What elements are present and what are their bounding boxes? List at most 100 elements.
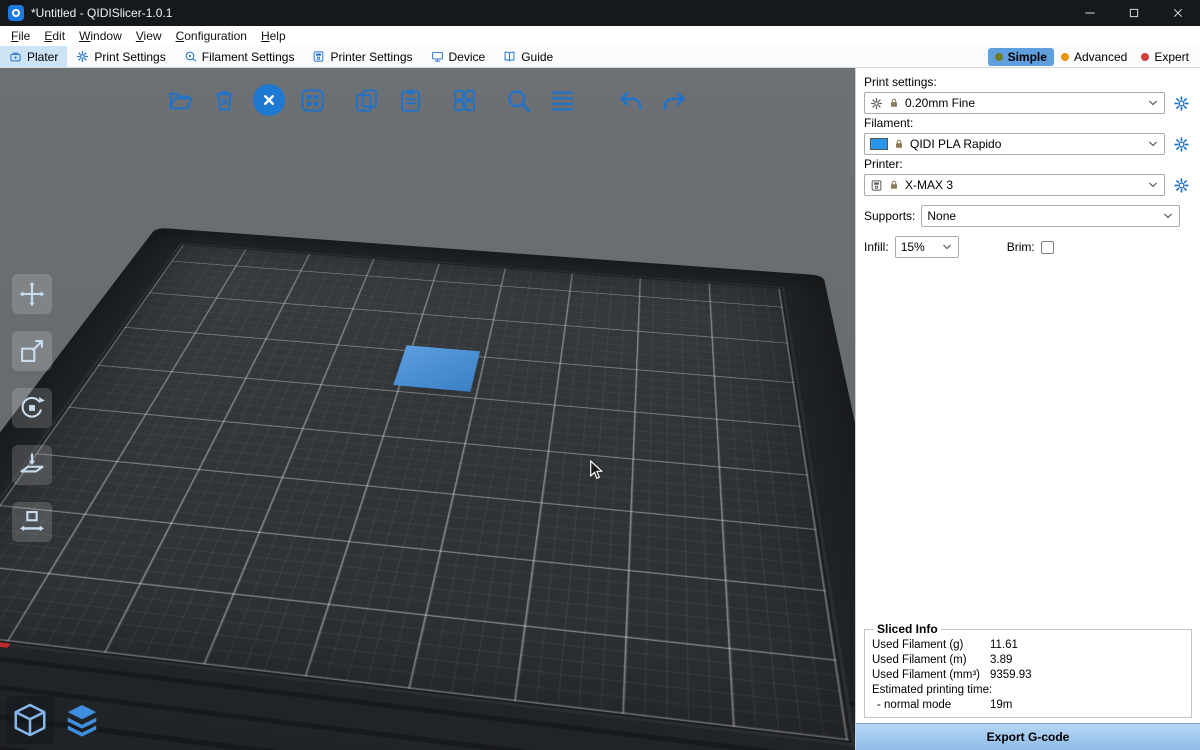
tabbar: Plater Print Settings Filament Settings … xyxy=(0,46,1200,68)
scale-gizmo-button[interactable] xyxy=(12,331,52,371)
filament-color-swatch xyxy=(870,138,888,150)
menu-view[interactable]: View xyxy=(129,27,169,45)
gear-icon xyxy=(76,50,89,63)
tab-guide[interactable]: Guide xyxy=(494,46,562,67)
lock-icon xyxy=(888,179,900,191)
print-profile-select[interactable]: 0.20mm Fine xyxy=(864,92,1165,114)
search-icon xyxy=(505,87,532,114)
menu-edit[interactable]: Edit xyxy=(37,27,72,45)
filament-label: Filament: xyxy=(864,116,1192,130)
chevron-down-icon xyxy=(1147,138,1159,150)
printer-icon xyxy=(870,179,883,192)
rotate-gizmo-button[interactable] xyxy=(12,388,52,428)
measure-icon xyxy=(18,508,46,536)
guide-icon xyxy=(503,50,516,63)
sliced-info-title: Sliced Info xyxy=(874,622,941,636)
mode-expert[interactable]: Expert xyxy=(1134,48,1196,66)
3d-viewport[interactable] xyxy=(0,68,855,750)
export-gcode-button[interactable]: Export G-code xyxy=(856,723,1200,750)
gear-icon xyxy=(1173,95,1190,112)
undo-icon xyxy=(617,87,644,114)
rotate-icon xyxy=(18,394,46,422)
titlebar: *Untitled - QIDISlicer-1.0.1 xyxy=(0,0,1200,26)
tab-print-settings[interactable]: Print Settings xyxy=(67,46,174,67)
printer-profile-select[interactable]: X-MAX 3 xyxy=(864,174,1165,196)
paste-icon xyxy=(397,87,424,114)
printer-label: Printer: xyxy=(864,157,1192,171)
infill-select[interactable]: 15% xyxy=(895,236,959,258)
open-file-button[interactable] xyxy=(165,84,197,116)
split-objects-button[interactable] xyxy=(449,84,481,116)
simple-dot-icon xyxy=(995,53,1003,61)
supports-select[interactable]: None xyxy=(921,205,1180,227)
brim-checkbox[interactable] xyxy=(1041,241,1054,254)
3d-editor-view-button[interactable] xyxy=(6,696,54,744)
sliced-info-row: Used Filament (m) 3.89 xyxy=(872,652,1184,667)
lock-icon xyxy=(893,138,905,150)
chevron-down-icon xyxy=(1147,179,1159,191)
lock-icon xyxy=(888,97,900,109)
move-gizmo-button[interactable] xyxy=(12,274,52,314)
filament-profile-select[interactable]: QIDI PLA Rapido xyxy=(864,133,1165,155)
redo-button[interactable] xyxy=(659,84,691,116)
gizmo-toolbar xyxy=(12,274,52,542)
sliced-info-row: Used Filament (g) 11.61 xyxy=(872,637,1184,652)
mode-advanced[interactable]: Advanced xyxy=(1054,48,1134,66)
mode-simple[interactable]: Simple xyxy=(988,48,1054,66)
undo-button[interactable] xyxy=(615,84,647,116)
menu-help[interactable]: Help xyxy=(254,27,293,45)
tab-plater[interactable]: Plater xyxy=(0,46,67,67)
measure-button[interactable] xyxy=(12,502,52,542)
menu-window[interactable]: Window xyxy=(72,27,129,45)
infill-label: Infill: xyxy=(864,240,889,254)
sliced-info-row: Used Filament (mm³) 9359.93 xyxy=(872,667,1184,682)
delete-button[interactable] xyxy=(209,84,241,116)
mode-switcher: Simple Advanced Expert xyxy=(988,46,1200,67)
printer-icon xyxy=(312,50,325,63)
menubar: File Edit Window View Configuration Help xyxy=(0,26,1200,46)
viewport-toolbar xyxy=(0,84,855,116)
edit-filament-settings-button[interactable] xyxy=(1170,133,1192,155)
filament-icon xyxy=(184,50,197,63)
redo-icon xyxy=(661,87,688,114)
arrange-icon xyxy=(299,87,326,114)
copy-icon xyxy=(353,87,380,114)
view-toggle xyxy=(6,696,106,744)
copy-button[interactable] xyxy=(351,84,383,116)
tab-filament-settings[interactable]: Filament Settings xyxy=(175,46,304,67)
gear-icon xyxy=(870,97,883,110)
scale-icon xyxy=(18,337,46,365)
mouse-cursor xyxy=(588,460,604,480)
cube-icon xyxy=(11,701,49,739)
tab-printer-settings[interactable]: Printer Settings xyxy=(303,46,421,67)
window-title: *Untitled - QIDISlicer-1.0.1 xyxy=(31,6,1068,20)
arrange-button[interactable] xyxy=(297,84,329,116)
preview-view-button[interactable] xyxy=(58,696,106,744)
tab-device[interactable]: Device xyxy=(422,46,495,67)
trash-icon xyxy=(211,87,238,114)
cross-icon xyxy=(260,91,278,109)
delete-all-button[interactable] xyxy=(253,84,285,116)
search-button[interactable] xyxy=(503,84,535,116)
print-settings-label: Print settings: xyxy=(864,75,1192,89)
maximize-button[interactable] xyxy=(1112,0,1156,26)
device-icon xyxy=(431,50,444,63)
gear-icon xyxy=(1173,136,1190,153)
gear-icon xyxy=(1173,177,1190,194)
variable-layer-height-button[interactable] xyxy=(547,84,579,116)
folder-open-icon xyxy=(167,87,194,114)
edit-print-settings-button[interactable] xyxy=(1170,92,1192,114)
brim-label: Brim: xyxy=(1007,240,1035,254)
minimize-button[interactable] xyxy=(1068,0,1112,26)
menu-configuration[interactable]: Configuration xyxy=(169,27,254,45)
menu-file[interactable]: File xyxy=(4,27,37,45)
flatten-icon xyxy=(18,451,46,479)
app-logo-icon xyxy=(8,5,24,21)
model-cube[interactable] xyxy=(393,345,480,391)
layer-list-icon xyxy=(549,87,576,114)
place-on-face-button[interactable] xyxy=(12,445,52,485)
close-button[interactable] xyxy=(1156,0,1200,26)
advanced-dot-icon xyxy=(1061,53,1069,61)
edit-printer-settings-button[interactable] xyxy=(1170,174,1192,196)
paste-button[interactable] xyxy=(395,84,427,116)
